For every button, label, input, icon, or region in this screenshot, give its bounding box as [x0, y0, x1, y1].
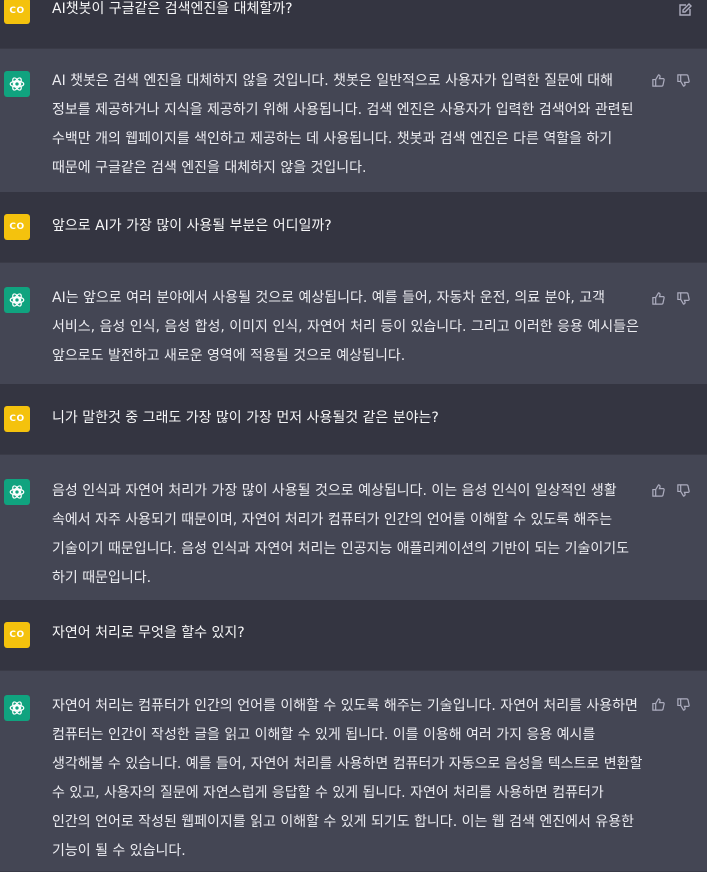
openai-logo-icon: [9, 485, 25, 499]
openai-logo-icon: [9, 701, 25, 715]
openai-logo-icon: [9, 77, 25, 91]
message-text: 자연어 처리로 무엇을 할수 있지?: [52, 625, 245, 641]
assistant-avatar: [4, 479, 30, 505]
thumbs-down-icon[interactable]: [676, 697, 691, 712]
assistant-avatar: [4, 287, 30, 313]
user-message: CO 자연어 처리로 무엇을 할수 있지?: [0, 600, 707, 670]
thumbs-down-icon[interactable]: [676, 291, 691, 306]
feedback-icons: [651, 697, 691, 712]
message-text: AI 챗봇은 검색 엔진을 대체하지 않을 것입니다. 챗봇은 일반적으로 사용…: [52, 73, 634, 176]
assistant-avatar: [4, 71, 30, 97]
user-message: CO 앞으로 AI가 가장 많이 사용될 부분은 어디일까?: [0, 192, 707, 262]
assistant-message: 자연어 처리는 컴퓨터가 인간의 언어를 이해할 수 있도록 해주는 기술입니다…: [0, 670, 707, 872]
assistant-message: AI 챗봇은 검색 엔진을 대체하지 않을 것입니다. 챗봇은 일반적으로 사용…: [0, 48, 707, 194]
user-avatar-label: CO: [9, 222, 25, 232]
message-text: 자연어 처리는 컴퓨터가 인간의 언어를 이해할 수 있도록 해주는 기술입니다…: [52, 698, 643, 859]
feedback-icons: [651, 483, 691, 498]
user-avatar: CO: [4, 214, 30, 240]
message-text: AI는 앞으로 여러 분야에서 사용될 것으로 예상됩니다. 예를 들어, 자동…: [52, 290, 639, 364]
user-avatar-label: CO: [9, 630, 25, 640]
message-text: 음성 인식과 자연어 처리가 가장 많이 사용될 것으로 예상됩니다. 이는 음…: [52, 483, 630, 586]
assistant-message: AI는 앞으로 여러 분야에서 사용될 것으로 예상됩니다. 예를 들어, 자동…: [0, 262, 707, 386]
user-avatar: CO: [4, 0, 30, 24]
feedback-icons: [651, 73, 691, 88]
user-avatar: CO: [4, 406, 30, 432]
thumbs-up-icon[interactable]: [651, 291, 666, 306]
message-text: AI챗봇이 구글같은 검색엔진을 대체할까?: [52, 1, 293, 17]
assistant-avatar: [4, 695, 30, 721]
thumbs-up-icon[interactable]: [651, 697, 666, 712]
thumbs-down-icon[interactable]: [676, 483, 691, 498]
message-text: 앞으로 AI가 가장 많이 사용될 부분은 어디일까?: [52, 218, 332, 234]
message-text: 니가 말한것 중 그래도 가장 많이 가장 먼저 사용될것 같은 분야는?: [52, 410, 439, 426]
edit-icon[interactable]: [677, 2, 693, 22]
thumbs-up-icon[interactable]: [651, 73, 666, 88]
thumbs-up-icon[interactable]: [651, 483, 666, 498]
openai-logo-icon: [9, 293, 25, 307]
user-avatar: CO: [4, 622, 30, 648]
user-avatar-label: CO: [9, 414, 25, 424]
thumbs-down-icon[interactable]: [676, 73, 691, 88]
user-avatar-label: CO: [9, 6, 25, 16]
assistant-message: 음성 인식과 자연어 처리가 가장 많이 사용될 것으로 예상됩니다. 이는 음…: [0, 454, 707, 602]
user-message: CO AI챗봇이 구글같은 검색엔진을 대체할까?: [0, 0, 707, 48]
user-message: CO 니가 말한것 중 그래도 가장 많이 가장 먼저 사용될것 같은 분야는?: [0, 384, 707, 454]
feedback-icons: [651, 291, 691, 306]
